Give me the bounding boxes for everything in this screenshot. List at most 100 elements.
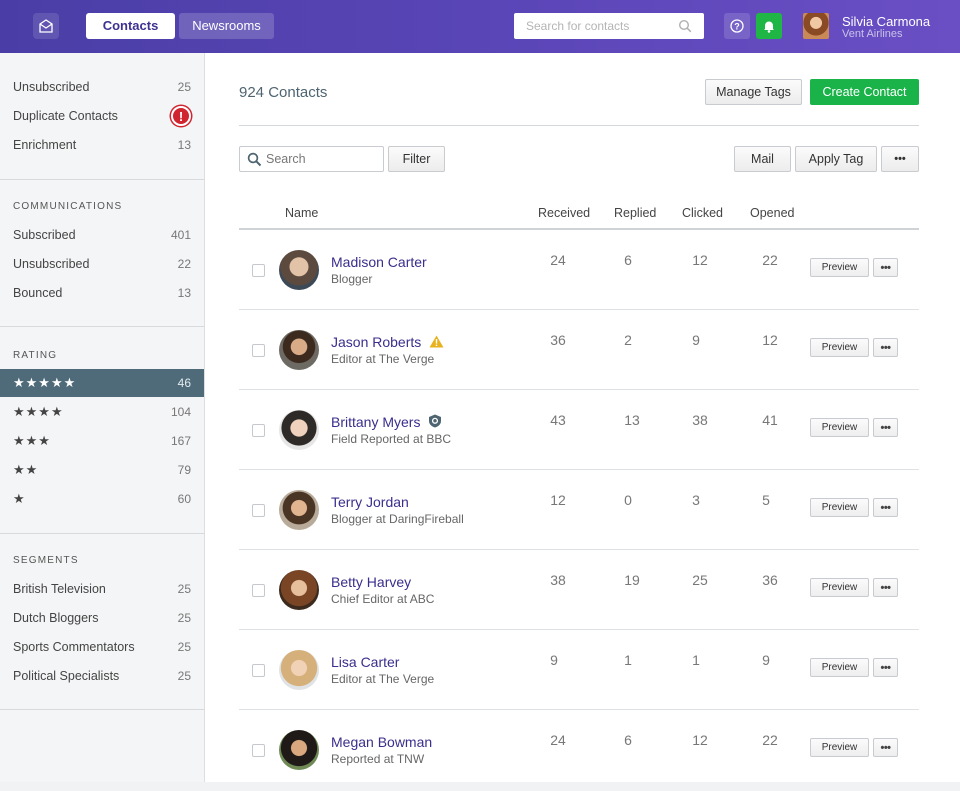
sidebar-item-label: Enrichment	[13, 138, 77, 152]
row-more-button[interactable]: •••	[873, 498, 898, 517]
apply-tag-button[interactable]: Apply Tag	[795, 146, 877, 172]
star-rating-icon: ★	[13, 491, 26, 506]
avatar	[279, 250, 319, 290]
contact-search-input[interactable]	[514, 13, 674, 39]
contact-role: Editor at The Verge	[331, 672, 435, 686]
row-more-button[interactable]: •••	[873, 418, 898, 437]
sidebar-item-segment[interactable]: Political Specialists 25	[0, 662, 204, 690]
sidebar-item-duplicate-contacts[interactable]: Duplicate Contacts !	[0, 102, 204, 130]
table-row[interactable]: Terry Jordan Blogger at DaringFireball 1…	[239, 470, 919, 550]
contact-name[interactable]: Madison Carter	[331, 254, 427, 270]
row-more-button[interactable]: •••	[873, 658, 898, 677]
sidebar-item-rating-4[interactable]: ★★★★ 104	[0, 398, 204, 426]
contact-name[interactable]: Lisa Carter	[331, 654, 399, 670]
contact-search-box	[514, 13, 704, 39]
notifications-button[interactable]	[756, 13, 782, 39]
search-icon[interactable]	[678, 19, 692, 38]
opened-count: 36	[762, 572, 778, 588]
opened-count: 9	[762, 652, 770, 668]
table-row[interactable]: Betty Harvey Chief Editor at ABC 38 19 2…	[239, 550, 919, 630]
preview-button[interactable]: Preview	[810, 418, 869, 437]
table-row[interactable]: Megan Bowman Reported at TNW 24 6 12 22 …	[239, 710, 919, 790]
sidebar-item-count: 79	[177, 463, 191, 477]
create-contact-button[interactable]: Create Contact	[810, 79, 919, 105]
sidebar-item-enrichment[interactable]: Enrichment 13	[0, 131, 204, 159]
column-header-name[interactable]: Name	[285, 206, 318, 220]
contact-name[interactable]: Terry Jordan	[331, 494, 409, 510]
row-more-button[interactable]: •••	[873, 338, 898, 357]
sidebar-item-rating-2[interactable]: ★★ 79	[0, 456, 204, 484]
sidebar-item-label: Dutch Bloggers	[13, 611, 99, 625]
contact-name[interactable]: Betty Harvey	[331, 574, 411, 590]
row-more-button[interactable]: •••	[873, 258, 898, 277]
table-row[interactable]: Brittany Myers Field Reported at BBC 43 …	[239, 390, 919, 470]
sidebar-item-segment[interactable]: Sports Commentators 25	[0, 633, 204, 661]
contact-name[interactable]: Brittany Myers	[331, 414, 442, 430]
row-checkbox[interactable]	[252, 424, 265, 437]
table-row[interactable]: Lisa Carter Editor at The Verge 9 1 1 9 …	[239, 630, 919, 710]
row-more-button[interactable]: •••	[873, 738, 898, 757]
column-header-replied[interactable]: Replied	[614, 206, 656, 220]
sidebar-item-segment[interactable]: British Television 25	[0, 575, 204, 603]
replied-count: 2	[624, 332, 632, 348]
sidebar-item-rating-1[interactable]: ★ 60	[0, 485, 204, 513]
avatar	[279, 570, 319, 610]
preview-button[interactable]: Preview	[810, 258, 869, 277]
sidebar-item-subscribed[interactable]: Subscribed 401	[0, 221, 204, 249]
tab-contacts[interactable]: Contacts	[86, 13, 175, 39]
verified-icon	[429, 414, 442, 428]
sidebar-item-label: Bounced	[13, 286, 63, 300]
sidebar-heading-rating: RATING	[13, 350, 58, 361]
opened-count: 41	[762, 412, 778, 428]
row-checkbox[interactable]	[252, 744, 265, 757]
sidebar-divider	[0, 179, 204, 180]
contact-name[interactable]: Jason Roberts	[331, 334, 444, 350]
avatar	[279, 650, 319, 690]
sidebar-item-unsubscribed-comm[interactable]: Unsubscribed 22	[0, 250, 204, 278]
received-count: 12	[550, 492, 566, 508]
manage-tags-button[interactable]: Manage Tags	[705, 79, 802, 105]
alert-icon: !	[171, 106, 191, 126]
row-checkbox[interactable]	[252, 504, 265, 517]
sidebar-divider	[0, 533, 204, 534]
help-button[interactable]: ?	[724, 13, 750, 39]
contact-name[interactable]: Megan Bowman	[331, 734, 432, 750]
opened-count: 5	[762, 492, 770, 508]
sidebar-item-rating-5[interactable]: ★★★★★ 46	[0, 369, 204, 397]
mail-button[interactable]: Mail	[734, 146, 791, 172]
sidebar-item-bounced[interactable]: Bounced 13	[0, 279, 204, 307]
preview-button[interactable]: Preview	[810, 578, 869, 597]
preview-button[interactable]: Preview	[810, 338, 869, 357]
column-header-clicked[interactable]: Clicked	[682, 206, 723, 220]
column-header-opened[interactable]: Opened	[750, 206, 794, 220]
preview-button[interactable]: Preview	[810, 498, 869, 517]
opened-count: 12	[762, 332, 778, 348]
contact-role: Blogger at DaringFireball	[331, 512, 464, 526]
preview-button[interactable]: Preview	[810, 738, 869, 757]
received-count: 43	[550, 412, 566, 428]
sidebar-item-rating-3[interactable]: ★★★ 167	[0, 427, 204, 455]
row-more-button[interactable]: •••	[873, 578, 898, 597]
replied-count: 1	[624, 652, 632, 668]
column-header-received[interactable]: Received	[538, 206, 590, 220]
mail-logo-icon[interactable]	[33, 13, 59, 39]
sidebar-item-segment[interactable]: Dutch Bloggers 25	[0, 604, 204, 632]
table-row[interactable]: Madison Carter Blogger 24 6 12 22 Previe…	[239, 230, 919, 310]
row-checkbox[interactable]	[252, 584, 265, 597]
preview-button[interactable]: Preview	[810, 658, 869, 677]
clicked-count: 38	[692, 412, 708, 428]
filter-button[interactable]: Filter	[388, 146, 445, 172]
list-search-input[interactable]	[266, 147, 376, 171]
row-checkbox[interactable]	[252, 264, 265, 277]
sidebar-item-unsubscribed[interactable]: Unsubscribed 25	[0, 73, 204, 101]
star-rating-icon: ★★★★★	[13, 375, 77, 390]
replied-count: 6	[624, 732, 632, 748]
user-name[interactable]: Silvia Carmona	[842, 14, 930, 29]
table-row[interactable]: Jason Roberts Editor at The Verge 36 2 9…	[239, 310, 919, 390]
user-avatar[interactable]	[803, 13, 829, 39]
sidebar-item-label: Subscribed	[13, 228, 76, 242]
row-checkbox[interactable]	[252, 664, 265, 677]
more-options-button[interactable]: •••	[881, 146, 919, 172]
row-checkbox[interactable]	[252, 344, 265, 357]
tab-newsrooms[interactable]: Newsrooms	[179, 13, 274, 39]
